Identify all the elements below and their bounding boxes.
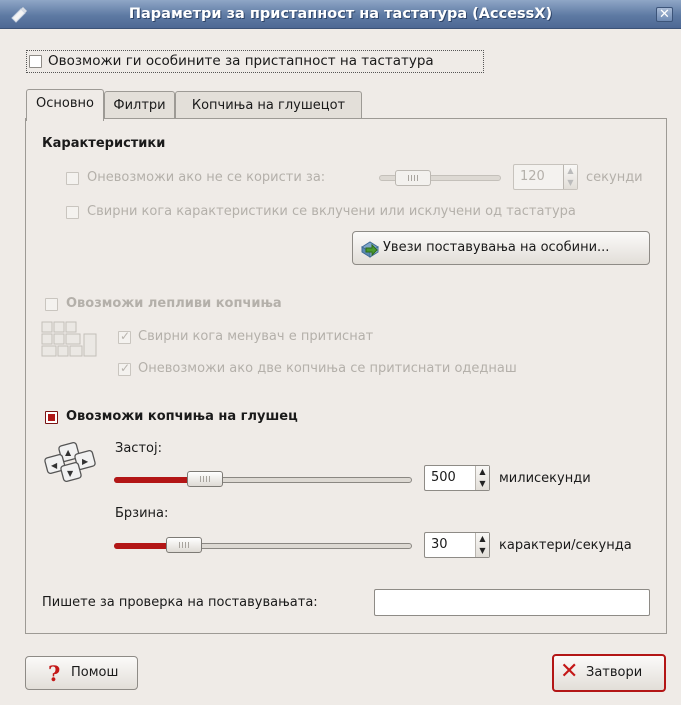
disable-two-keys-label: Оневозможи ако две копчиња се притиснати… [138, 361, 517, 376]
spin-arrows-icon[interactable]: ▲ ▼ [563, 165, 577, 189]
svg-text:◀: ◀ [51, 461, 58, 470]
disable-unused-label: Оневозможи ако не се користи за: [87, 170, 326, 185]
import-icon [361, 241, 379, 258]
tab-label: Филтри [113, 98, 166, 113]
beep-modifier-label: Свирни кога менувач е притиснат [138, 329, 374, 344]
delay-spinbutton[interactable]: 500 ▲ ▼ [424, 465, 490, 491]
mouse-keys-checkbox[interactable] [45, 411, 58, 424]
disable-two-keys-checkbox[interactable] [118, 361, 131, 376]
svg-text:▲: ▲ [65, 448, 72, 457]
close-x-icon: ✕ [560, 659, 579, 684]
timeout-unit: секунди [586, 170, 643, 185]
sticky-keys-icon [41, 321, 97, 357]
tab-label: Копчиња на глушецот [191, 98, 346, 113]
mouse-keys-label[interactable]: Овозможи копчиња на глушец [66, 409, 298, 424]
tab-mouse-keys[interactable]: Копчиња на глушецот [175, 91, 362, 120]
import-settings-button[interactable]: Увези поставувања на особини... [352, 231, 650, 265]
beep-toggle-label: Свирни кога карактеристики се вклучени и… [87, 204, 576, 219]
close-button[interactable]: ✕ Затвори [552, 654, 666, 692]
close-icon[interactable]: ✕ [656, 7, 673, 22]
tab-basic[interactable]: Основно [26, 89, 104, 121]
tab-label: Основно [36, 96, 94, 111]
slider-knob[interactable] [187, 471, 223, 487]
speed-unit: карактери/секунда [499, 538, 632, 553]
speed-spinbutton[interactable]: 30 ▲ ▼ [424, 532, 490, 558]
timeout-spinbutton[interactable]: 120 ▲ ▼ [513, 164, 578, 190]
svg-text:▼: ▼ [67, 469, 74, 478]
slider-fill [114, 477, 190, 483]
title-bar: Параметри за пристапност на тастатура (A… [0, 0, 681, 29]
beep-modifier-checkbox[interactable] [118, 329, 131, 344]
enable-accessibility-label[interactable]: Овозможи ги особините за пристапност на … [48, 53, 434, 69]
speed-value: 30 [431, 537, 448, 552]
spin-arrows-icon[interactable]: ▲ ▼ [475, 533, 489, 557]
mouse-keys-icon: ▲ ▶ ◀ ▼ [44, 441, 96, 483]
speed-label: Брзина: [115, 506, 169, 521]
test-field-input[interactable] [374, 589, 650, 616]
features-heading: Карактеристики [42, 136, 166, 151]
sticky-keys-label: Овозможи лепливи копчиња [66, 296, 282, 311]
delay-value: 500 [431, 470, 456, 485]
slider-knob[interactable] [166, 537, 202, 553]
tab-panel [25, 118, 667, 634]
delay-unit: милисекунди [499, 471, 591, 486]
sticky-keys-checkbox[interactable] [45, 298, 58, 311]
svg-text:▶: ▶ [82, 457, 89, 466]
test-field-label: Пишете за проверка на поставувањата: [42, 595, 318, 610]
disable-unused-checkbox[interactable] [66, 172, 79, 185]
import-settings-label: Увези поставувања на особини... [383, 240, 610, 255]
window-title: Параметри за пристапност на тастатура (A… [128, 6, 553, 22]
help-button[interactable]: ? Помош [25, 656, 138, 690]
delay-label: Застој: [115, 441, 162, 456]
slider-fill [114, 543, 172, 549]
help-button-label: Помош [71, 665, 119, 680]
beep-toggle-checkbox[interactable] [66, 206, 79, 219]
close-button-label: Затвори [586, 665, 643, 680]
timeout-value: 120 [520, 169, 545, 184]
keyboard-accessibility-icon [11, 7, 27, 23]
help-icon: ? [48, 661, 61, 686]
tab-filters[interactable]: Филтри [104, 91, 175, 120]
spin-arrows-icon[interactable]: ▲ ▼ [475, 466, 489, 490]
slider-knob[interactable] [395, 170, 431, 186]
